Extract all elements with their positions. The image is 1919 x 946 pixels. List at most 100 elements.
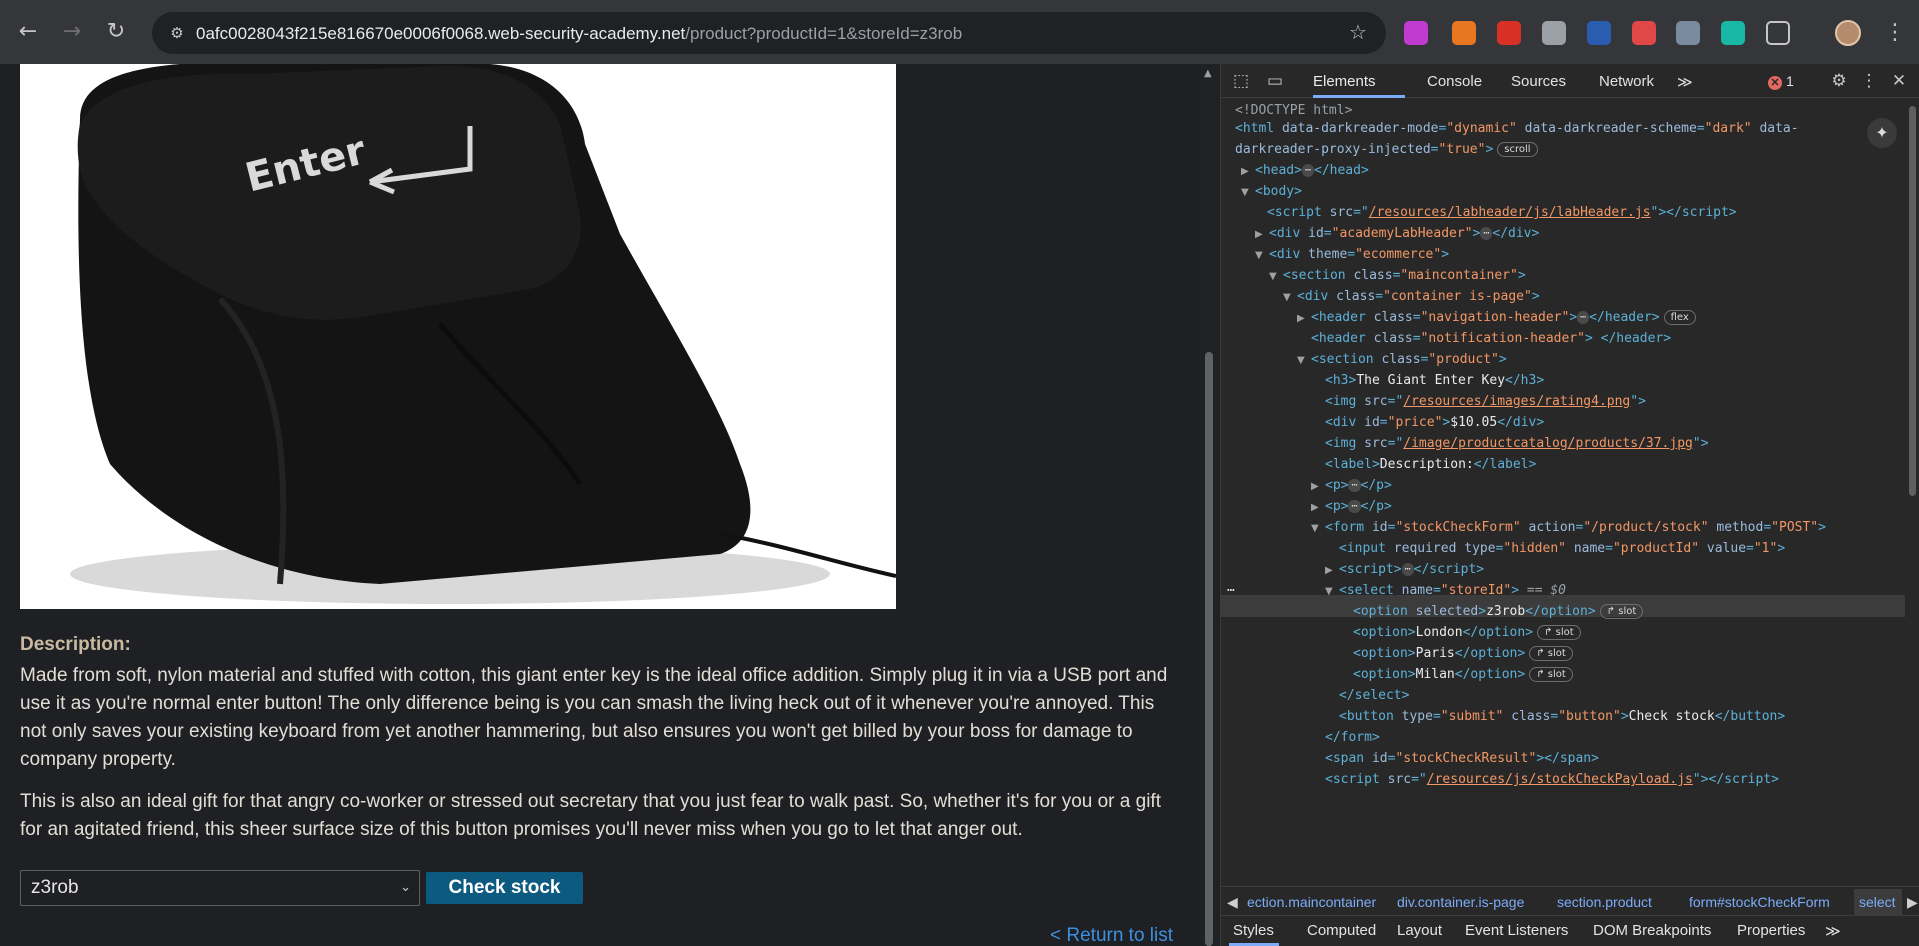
extension-1-icon[interactable]	[1404, 21, 1428, 45]
extension-7-icon[interactable]	[1676, 21, 1700, 45]
store-select-value: z3rob	[31, 877, 79, 898]
dom-section-maincontainer[interactable]: ▼ <section class="maincontainer">	[1269, 265, 1526, 286]
dom-form[interactable]: ▼ <form id="stockCheckForm" action="/prod…	[1311, 517, 1826, 538]
dom-option-z3rob[interactable]: <option selected>z3rob</option> ↱ slot	[1353, 601, 1644, 622]
dom-div-theme[interactable]: ▼ <div theme="ecommerce">	[1255, 244, 1449, 265]
breadcrumb-scroll-right-icon[interactable]: ▶	[1907, 894, 1918, 911]
inspect-element-icon[interactable]: ⬚	[1229, 69, 1253, 93]
tab-properties[interactable]: Properties	[1737, 922, 1805, 939]
dom-head[interactable]: ▶ <head> ⋯ </head>	[1241, 160, 1369, 181]
breadcrumb-section-product[interactable]: section.product	[1557, 894, 1652, 910]
extension-3-icon[interactable]	[1497, 21, 1521, 45]
dom-script-inline[interactable]: ▶ <script> ⋯ </script>	[1325, 559, 1484, 580]
dom-script-labheader[interactable]: <script src="/resources/labheader/js/lab…	[1267, 202, 1737, 223]
tab-computed[interactable]: Computed	[1307, 922, 1376, 939]
flex-badge[interactable]: flex	[1663, 310, 1696, 325]
accessibility-icon[interactable]: ✦	[1867, 118, 1897, 148]
close-devtools-icon[interactable]: ✕	[1887, 69, 1911, 93]
profile-avatar[interactable]	[1835, 20, 1861, 46]
tab-layout[interactable]: Layout	[1397, 922, 1442, 939]
url-path: /product?productId=1&storeId=z3rob	[685, 24, 963, 43]
active-tab-indicator	[1313, 95, 1405, 98]
address-bar[interactable]: ⚙ 0afc0028043f215e816670e0006f0068.web-s…	[152, 12, 1386, 54]
breadcrumb-form[interactable]: form#stockCheckForm	[1689, 894, 1830, 910]
scroll-badge[interactable]: scroll	[1497, 142, 1538, 157]
dom-tree-scrollbar-thumb[interactable]	[1909, 106, 1916, 496]
device-toolbar-icon[interactable]: ▭	[1263, 69, 1287, 93]
reload-icon[interactable]: ↻	[102, 18, 130, 46]
slot-icon: ↱	[1536, 669, 1548, 680]
dom-navigation-header[interactable]: ▶ <header class="navigation-header"> ⋯ </he…	[1297, 307, 1696, 328]
row-options-icon[interactable]: ⋯	[1227, 580, 1235, 601]
settings-gear-icon[interactable]: ⚙	[1827, 69, 1851, 93]
dom-label[interactable]: <label>Description:</label>	[1325, 454, 1536, 475]
more-tabs-icon[interactable]: ≫	[1677, 73, 1693, 91]
extension-4-icon[interactable]	[1542, 21, 1566, 45]
return-to-list-link[interactable]: < Return to list	[1050, 925, 1173, 946]
dom-img-product[interactable]: <img src="/image/productcatalog/products…	[1325, 433, 1709, 454]
tab-elements[interactable]: Elements	[1313, 73, 1376, 90]
slot-badge[interactable]: ↱ slot	[1529, 667, 1573, 682]
dom-input-hidden[interactable]: <input required type="hidden" name="prod…	[1339, 538, 1785, 559]
dom-breadcrumb: ◀ ection.maincontainer div.container.is-…	[1221, 886, 1919, 916]
error-count: 1	[1786, 73, 1794, 89]
tab-network[interactable]: Network	[1599, 73, 1654, 90]
forward-icon[interactable]: →	[58, 18, 86, 46]
dom-form-close[interactable]: </form>	[1325, 727, 1380, 748]
devtools-tab-bar: ⬚ ▭ Elements Console Sources Network ≫ ✕…	[1221, 64, 1919, 98]
store-select[interactable]: z3rob ⌄	[20, 870, 420, 906]
url-text[interactable]: 0afc0028043f215e816670e0006f0068.web-sec…	[196, 24, 962, 44]
slot-badge[interactable]: ↱ slot	[1529, 646, 1573, 661]
tab-event-listeners[interactable]: Event Listeners	[1465, 922, 1568, 939]
slot-badge[interactable]: ↱ slot	[1599, 604, 1644, 619]
dom-p-2[interactable]: ▶ <p> ⋯ </p>	[1311, 496, 1392, 517]
error-count-badge[interactable]: ✕ 1	[1768, 73, 1794, 90]
browser-menu-icon[interactable]: ⋮	[1884, 18, 1906, 48]
dom-select-storeid[interactable]: ▼ <select name="storeId"> == $0	[1325, 580, 1566, 601]
dom-body[interactable]: ▼ <body>	[1241, 181, 1302, 202]
dom-script-payload[interactable]: <script src="/resources/js/stockCheckPay…	[1325, 769, 1779, 790]
tab-console[interactable]: Console	[1427, 73, 1482, 90]
breadcrumb-select[interactable]: select	[1859, 894, 1896, 910]
dom-html-open-cont[interactable]: darkreader-proxy-injected="true"> scroll	[1235, 139, 1538, 160]
dom-option-london[interactable]: <option>London</option> ↱ slot	[1353, 622, 1581, 643]
site-info-icon[interactable]: ⚙	[166, 22, 188, 44]
dom-p-1[interactable]: ▶ <p> ⋯ </p>	[1311, 475, 1392, 496]
web-page: Enter Description: Made from soft, nylon…	[0, 64, 1200, 946]
extension-8-icon[interactable]	[1721, 21, 1745, 45]
more-subtabs-icon[interactable]: ≫	[1825, 922, 1841, 940]
extensions-puzzle-icon[interactable]	[1766, 21, 1790, 45]
slot-badge[interactable]: ↱ slot	[1537, 625, 1581, 640]
bookmark-star-icon[interactable]: ☆	[1346, 20, 1370, 44]
dom-div-container[interactable]: ▼ <div class="container is-page">	[1283, 286, 1540, 307]
tab-sources[interactable]: Sources	[1511, 73, 1566, 90]
extension-5-icon[interactable]	[1587, 21, 1611, 45]
extension-2-icon[interactable]	[1452, 21, 1476, 45]
dom-notification-header[interactable]: <header class="notification-header"> </h…	[1311, 328, 1671, 349]
page-scrollbar[interactable]: ▲	[1200, 64, 1218, 946]
dom-span-result[interactable]: <span id="stockCheckResult"></span>	[1325, 748, 1599, 769]
back-icon[interactable]: ←	[14, 18, 42, 46]
check-stock-button[interactable]: Check stock	[426, 872, 583, 904]
breadcrumb-section-maincontainer[interactable]: ection.maincontainer	[1247, 894, 1376, 910]
scroll-up-icon[interactable]: ▲	[1204, 68, 1212, 79]
dom-academy-lab-header[interactable]: ▶ <div id="academyLabHeader"> ⋯ </div>	[1255, 223, 1539, 244]
dom-option-paris[interactable]: <option>Paris</option> ↱ slot	[1353, 643, 1573, 664]
dom-html-open[interactable]: <html data-darkreader-mode="dynamic" dat…	[1235, 118, 1799, 139]
dom-option-milan[interactable]: <option>Milan</option> ↱ slot	[1353, 664, 1573, 685]
dom-h3[interactable]: <h3>The Giant Enter Key</h3>	[1325, 370, 1544, 391]
tab-dom-breakpoints[interactable]: DOM Breakpoints	[1593, 922, 1711, 939]
product-image: Enter	[20, 64, 896, 609]
extension-6-icon[interactable]	[1632, 21, 1656, 45]
dom-button-submit[interactable]: <button type="submit" class="button">Che…	[1339, 706, 1785, 727]
dom-div-price[interactable]: <div id="price">$10.05</div>	[1325, 412, 1544, 433]
devtools-menu-icon[interactable]: ⋮	[1857, 69, 1881, 93]
dom-select-close[interactable]: </select>	[1339, 685, 1409, 706]
page-scrollbar-thumb[interactable]	[1205, 352, 1213, 946]
dom-img-rating[interactable]: <img src="/resources/images/rating4.png"…	[1325, 391, 1646, 412]
breadcrumb-scroll-left-icon[interactable]: ◀	[1227, 894, 1238, 911]
tab-styles[interactable]: Styles	[1233, 922, 1274, 939]
dom-section-product[interactable]: ▼ <section class="product">	[1297, 349, 1507, 370]
breadcrumb-div-container[interactable]: div.container.is-page	[1397, 894, 1524, 910]
dom-tree-scrollbar[interactable]	[1905, 100, 1919, 812]
